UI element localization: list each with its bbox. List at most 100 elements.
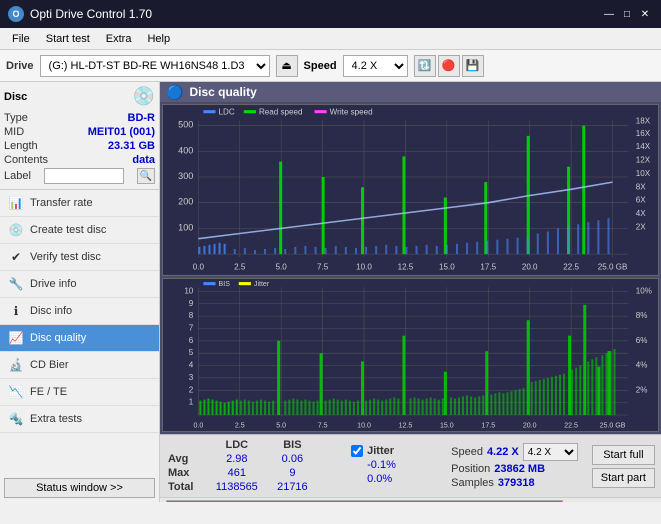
stats-table: LDC BIS Avg 2.98 0.06 Max 4 — [166, 438, 337, 494]
sidebar-item-transfer-rate[interactable]: 📊 Transfer rate — [0, 190, 159, 217]
chart2: 10 9 8 7 6 5 4 3 2 1 10% 8% 6% 4% 2% — [162, 278, 659, 433]
disc-length-value: 23.31 GB — [108, 140, 155, 152]
fe-te-icon: 📉 — [8, 384, 24, 400]
progress-bar-container: 100.0% 33:31 — [160, 497, 661, 502]
menu-file[interactable]: File — [4, 31, 38, 47]
verify-test-disc-icon: ✔ — [8, 249, 24, 265]
sidebar-item-disc-info[interactable]: ℹ Disc info — [0, 298, 159, 325]
svg-text:3: 3 — [189, 373, 194, 382]
content-area: 🔵 Disc quality — [160, 82, 661, 502]
app-icon: O — [8, 6, 24, 22]
svg-text:5.0: 5.0 — [276, 421, 286, 429]
speed-label: Speed — [304, 60, 337, 72]
svg-text:4%: 4% — [636, 360, 648, 369]
start-part-button[interactable]: Start part — [592, 468, 655, 488]
disc-quality-icon: 📈 — [8, 330, 24, 346]
disc-contents-label: Contents — [4, 154, 48, 166]
svg-text:6%: 6% — [636, 335, 648, 344]
disc-type-value: BD-R — [128, 112, 156, 124]
position-value: 23862 MB — [494, 463, 545, 475]
disc-type-label: Type — [4, 112, 28, 124]
svg-text:LDC: LDC — [219, 107, 235, 116]
disc-mid-row: MID MEIT01 (001) — [4, 125, 155, 139]
disc-contents-value: data — [132, 154, 155, 166]
speed-icon-btn3[interactable]: 💾 — [462, 55, 484, 77]
speed-icon-btn2[interactable]: 🔴 — [438, 55, 460, 77]
svg-text:2X: 2X — [636, 222, 646, 231]
samples-key: Samples — [451, 477, 494, 489]
speed-icon-btn1[interactable]: 🔃 — [414, 55, 436, 77]
svg-text:12.5: 12.5 — [398, 262, 414, 271]
svg-text:300: 300 — [178, 171, 193, 181]
disc-contents-row: Contents data — [4, 153, 155, 167]
disc-mid-value: MEIT01 (001) — [88, 126, 155, 138]
drive-bar: Drive (G:) HL-DT-ST BD-RE WH16NS48 1.D3 … — [0, 50, 661, 82]
stats-avg-row: Avg 2.98 0.06 — [166, 452, 337, 466]
svg-text:Write speed: Write speed — [330, 107, 373, 116]
svg-text:Jitter: Jitter — [254, 280, 270, 288]
sidebar-item-label-create-test-disc: Create test disc — [30, 224, 106, 236]
quality-header: 🔵 Disc quality — [160, 82, 661, 102]
svg-text:12.5: 12.5 — [399, 421, 413, 429]
title-bar-left: O Opti Drive Control 1.70 — [8, 6, 152, 22]
svg-text:10.0: 10.0 — [356, 262, 372, 271]
jitter-section: Jitter -0.1% 0.0% — [343, 435, 443, 497]
svg-text:20.0: 20.0 — [522, 262, 538, 271]
chart2-svg: 10 9 8 7 6 5 4 3 2 1 10% 8% 6% 4% 2% — [163, 279, 658, 432]
stats-max-row: Max 461 9 — [166, 466, 337, 480]
svg-text:400: 400 — [178, 145, 193, 155]
svg-text:10X: 10X — [636, 169, 651, 178]
create-test-disc-icon: 💿 — [8, 222, 24, 238]
avg-bis: 0.06 — [268, 452, 318, 466]
svg-text:10%: 10% — [636, 286, 652, 295]
col-bis: BIS — [268, 438, 318, 452]
start-full-button[interactable]: Start full — [592, 445, 655, 465]
disc-length-label: Length — [4, 140, 38, 152]
sidebar-item-drive-info[interactable]: 🔧 Drive info — [0, 271, 159, 298]
drive-select[interactable]: (G:) HL-DT-ST BD-RE WH16NS48 1.D3 — [40, 55, 270, 77]
svg-text:8%: 8% — [636, 311, 648, 320]
sidebar-item-label-drive-info: Drive info — [30, 278, 76, 290]
drive-label: Drive — [6, 60, 34, 72]
status-window-button[interactable]: Status window >> — [4, 478, 155, 498]
title-bar-controls: — □ ✕ — [601, 6, 653, 22]
maximize-button[interactable]: □ — [619, 6, 635, 22]
avg-label: Avg — [166, 452, 206, 466]
transfer-rate-icon: 📊 — [8, 195, 24, 211]
sidebar-item-disc-quality[interactable]: 📈 Disc quality — [0, 325, 159, 352]
eject-button[interactable]: ⏏ — [276, 55, 298, 77]
sidebar-item-cd-bier[interactable]: 🔬 CD Bier — [0, 352, 159, 379]
disc-label-button[interactable]: 🔍 — [137, 168, 155, 184]
svg-text:25.0 GB: 25.0 GB — [598, 262, 628, 271]
minimize-button[interactable]: — — [601, 6, 617, 22]
sidebar-item-verify-test-disc[interactable]: ✔ Verify test disc — [0, 244, 159, 271]
quality-header-icon: 🔵 — [166, 84, 183, 101]
disc-icon: 💿 — [133, 86, 155, 107]
svg-text:18X: 18X — [636, 116, 651, 125]
svg-text:5.0: 5.0 — [276, 262, 288, 271]
svg-text:500: 500 — [178, 120, 193, 130]
svg-text:17.5: 17.5 — [481, 421, 495, 429]
menu-start-test[interactable]: Start test — [38, 31, 98, 47]
speed-result-select[interactable]: 4.2 X — [523, 443, 578, 461]
svg-text:10: 10 — [184, 286, 193, 295]
total-ldc: 1138565 — [206, 480, 268, 494]
speed-buttons: 🔃 🔴 💾 — [414, 55, 484, 77]
disc-label-input[interactable] — [44, 168, 124, 184]
speed-value: 4.22 X — [487, 446, 519, 458]
sidebar-item-create-test-disc[interactable]: 💿 Create test disc — [0, 217, 159, 244]
svg-text:22.5: 22.5 — [563, 262, 579, 271]
sidebar-item-fe-te[interactable]: 📉 FE / TE — [0, 379, 159, 406]
progress-fill — [167, 501, 562, 502]
menu-help[interactable]: Help — [139, 31, 178, 47]
action-buttons: Start full Start part — [586, 435, 661, 497]
close-button[interactable]: ✕ — [637, 6, 653, 22]
speed-select[interactable]: 4.2 X Max 1.0 X 2.0 X 6.0 X 8.0 X — [343, 55, 408, 77]
sidebar-item-extra-tests[interactable]: 🔩 Extra tests — [0, 406, 159, 433]
sidebar-item-label-fe-te: FE / TE — [30, 386, 67, 398]
svg-text:9: 9 — [189, 298, 194, 307]
disc-mid-label: MID — [4, 126, 24, 138]
menu-extra[interactable]: Extra — [98, 31, 140, 47]
jitter-checkbox[interactable] — [351, 445, 363, 457]
svg-text:12X: 12X — [636, 156, 651, 165]
